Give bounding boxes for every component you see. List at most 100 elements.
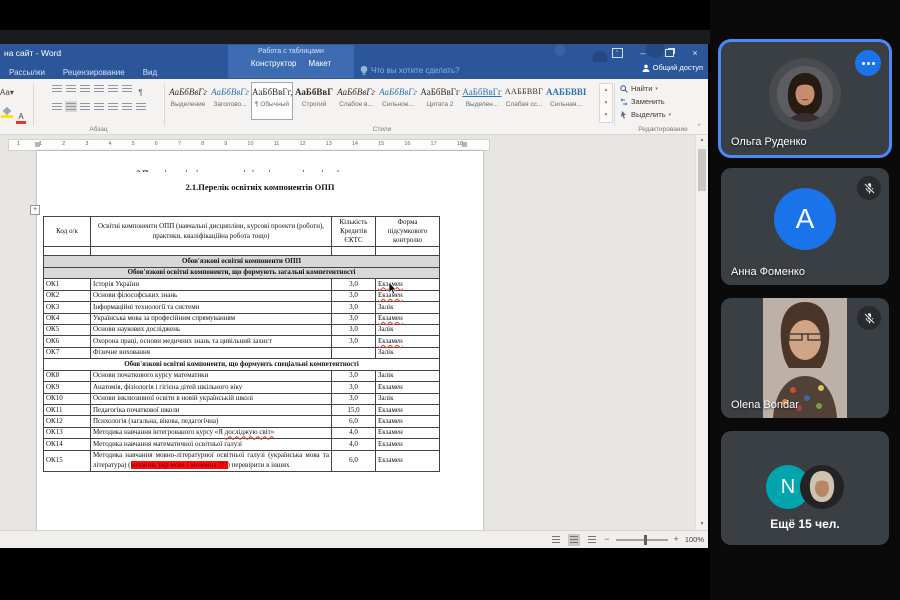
ribbon-display-options-button[interactable]: ⌃ xyxy=(604,44,630,62)
context-tab-1[interactable]: Конструктор xyxy=(251,59,297,68)
code-cell[interactable]: ОК11 xyxy=(44,405,91,416)
collapse-ribbon-icon[interactable]: ⌃ xyxy=(696,123,702,131)
borders-icon[interactable] xyxy=(135,101,147,112)
empty-cell[interactable] xyxy=(332,247,376,256)
table-header-cell[interactable]: Кількість Кредитів ЄКТС xyxy=(332,217,376,247)
code-cell[interactable]: ОК2 xyxy=(44,290,91,301)
credits-cell[interactable]: 3,0 xyxy=(332,324,376,335)
credits-cell[interactable] xyxy=(332,347,376,358)
style-chip-9[interactable]: ААББВВГСлабая сс... xyxy=(503,82,545,120)
control-cell[interactable]: Залік xyxy=(376,370,440,381)
section-cell[interactable]: Обов'язкові освітні компоненти, що форму… xyxy=(44,359,440,370)
align-right-icon[interactable] xyxy=(79,101,91,112)
code-cell[interactable]: ОК6 xyxy=(44,336,91,347)
style-chip-4[interactable]: АаБбВвГСтрогий xyxy=(293,82,335,120)
increase-indent-icon[interactable] xyxy=(107,83,119,94)
credits-cell[interactable]: 4,0 xyxy=(332,427,376,438)
credits-cell[interactable]: 6,0 xyxy=(332,416,376,427)
line-spacing-icon[interactable] xyxy=(107,101,119,112)
participant-tile-2[interactable]: ААнна Фоменко xyxy=(721,168,889,285)
context-tab-2[interactable]: Макет xyxy=(308,59,331,68)
name-cell[interactable]: Основи філософських знань xyxy=(91,290,332,301)
opp-components-table[interactable]: Код о/кОсвітні компоненти ОПП (навчальні… xyxy=(43,216,440,472)
scrollbar-thumb[interactable] xyxy=(698,149,706,191)
word-titlebar[interactable]: на сайт - Word Работа с таблицами Констр… xyxy=(0,44,708,62)
code-cell[interactable]: ОК5 xyxy=(44,324,91,335)
code-cell[interactable]: ОК8 xyxy=(44,370,91,381)
code-cell[interactable]: ОК1 xyxy=(44,279,91,290)
credits-cell[interactable]: 6,0 xyxy=(332,450,376,471)
table-header-cell[interactable]: Освітні компоненти ОПП (навчальні дисцип… xyxy=(91,217,332,247)
shading-icon[interactable] xyxy=(121,101,133,112)
control-cell[interactable]: Залік xyxy=(376,324,440,335)
style-chip-1[interactable]: АаБбВвГгВыделение xyxy=(167,82,209,120)
empty-cell[interactable] xyxy=(376,247,440,256)
table-header-cell[interactable]: Код о/к xyxy=(44,217,91,247)
code-cell[interactable]: ОК14 xyxy=(44,439,91,450)
credits-cell[interactable]: 3,0 xyxy=(332,290,376,301)
name-cell[interactable]: Фізичне виховання xyxy=(91,347,332,358)
ribbon-tab-1[interactable]: Рассылки xyxy=(0,68,54,77)
control-cell[interactable]: Екзамен xyxy=(376,450,440,471)
table-move-handle[interactable]: + xyxy=(30,205,40,215)
name-cell[interactable]: Методика навчання мовно-літературної осв… xyxy=(91,450,332,471)
zoom-level[interactable]: 100% xyxy=(685,535,704,544)
style-chip-6[interactable]: АаБбВвГгСильное... xyxy=(377,82,419,120)
bullets-icon[interactable] xyxy=(51,83,63,94)
print-layout-button[interactable] xyxy=(568,534,580,546)
sort-icon[interactable] xyxy=(121,83,133,94)
code-cell[interactable]: ОК4 xyxy=(44,313,91,324)
section-cell[interactable]: Обов'язкові освітні компоненти, що форму… xyxy=(44,267,440,278)
style-chip-5[interactable]: АаБбВвГгСлабое в... xyxy=(335,82,377,120)
code-cell[interactable]: ОК3 xyxy=(44,302,91,313)
control-cell[interactable]: Залік xyxy=(376,393,440,404)
style-chip-2[interactable]: АаБбВвГгЗаголово... xyxy=(209,82,251,120)
credits-cell[interactable]: 4,0 xyxy=(332,439,376,450)
name-cell[interactable]: Охорона праці, основи медичних знань та … xyxy=(91,336,332,347)
credits-cell[interactable]: 15,0 xyxy=(332,405,376,416)
credits-cell[interactable]: 3,0 xyxy=(332,302,376,313)
read-mode-button[interactable] xyxy=(550,534,562,546)
zoom-slider-thumb[interactable] xyxy=(644,535,647,545)
name-cell[interactable]: Методика навчання математичної освітньої… xyxy=(91,439,332,450)
style-chip-3[interactable]: АаБбВвГг,¶ Обычный xyxy=(251,82,293,120)
credits-cell[interactable]: 3,0 xyxy=(332,382,376,393)
control-cell[interactable]: Залік xyxy=(376,302,440,313)
tile-menu-button[interactable] xyxy=(855,50,881,76)
code-cell[interactable]: ОК7 xyxy=(44,347,91,358)
section-cell[interactable]: Обов'язкові освітні компоненти ОПП xyxy=(44,256,440,267)
control-cell[interactable]: Екзамен xyxy=(376,336,440,347)
document-page[interactable]: 2.Перелік освітніх компонентів і логічна… xyxy=(37,151,483,530)
name-cell[interactable]: Методика навчання інтегрованого курсу «Я… xyxy=(91,427,332,438)
decrease-indent-icon[interactable] xyxy=(93,83,105,94)
text-highlight-color-icon[interactable] xyxy=(1,107,13,118)
control-cell[interactable]: Екзамен xyxy=(376,382,440,393)
control-cell[interactable]: Екзамен xyxy=(376,279,440,290)
name-cell[interactable]: Основи початкового курсу математики xyxy=(91,370,332,381)
empty-cell[interactable] xyxy=(91,247,332,256)
code-cell[interactable]: ОК12 xyxy=(44,416,91,427)
tell-me-box[interactable]: Что вы хотите сделать? xyxy=(360,66,459,76)
credits-cell[interactable]: 3,0 xyxy=(332,313,376,324)
align-left-icon[interactable] xyxy=(51,101,63,112)
zoom-slider[interactable] xyxy=(616,539,668,541)
find-button[interactable]: Найти▾ xyxy=(620,82,706,95)
change-case-button[interactable]: Аа▾ xyxy=(0,88,14,97)
styles-scroll-down-icon[interactable]: ▼ xyxy=(600,97,612,110)
vertical-scrollbar[interactable]: ▲ ▼ xyxy=(695,135,708,530)
web-layout-button[interactable] xyxy=(586,534,598,546)
table-header-cell[interactable]: Форма підсумкового контролю xyxy=(376,217,440,247)
show-paragraph-marks-icon[interactable]: ¶ xyxy=(135,87,147,98)
styles-scroll[interactable]: ▲ ▼ ▼ xyxy=(599,83,613,123)
multilevel-list-icon[interactable] xyxy=(79,83,91,94)
name-cell[interactable]: Психологія (загальна, вікова, педагогічн… xyxy=(91,416,332,427)
font-color-icon[interactable]: А xyxy=(15,113,27,124)
credits-cell[interactable]: 3,0 xyxy=(332,370,376,381)
close-button[interactable]: × xyxy=(682,44,708,62)
ribbon-tab-3[interactable]: Вид xyxy=(134,68,166,77)
control-cell[interactable]: Екзамен xyxy=(376,416,440,427)
replace-button[interactable]: Заменить xyxy=(620,95,706,108)
style-chip-7[interactable]: АаБбВвГгЦитата 2 xyxy=(419,82,461,120)
scroll-down-icon[interactable]: ▼ xyxy=(696,519,708,530)
participant-tile-4[interactable]: NЕщё 15 чел. xyxy=(721,431,889,545)
